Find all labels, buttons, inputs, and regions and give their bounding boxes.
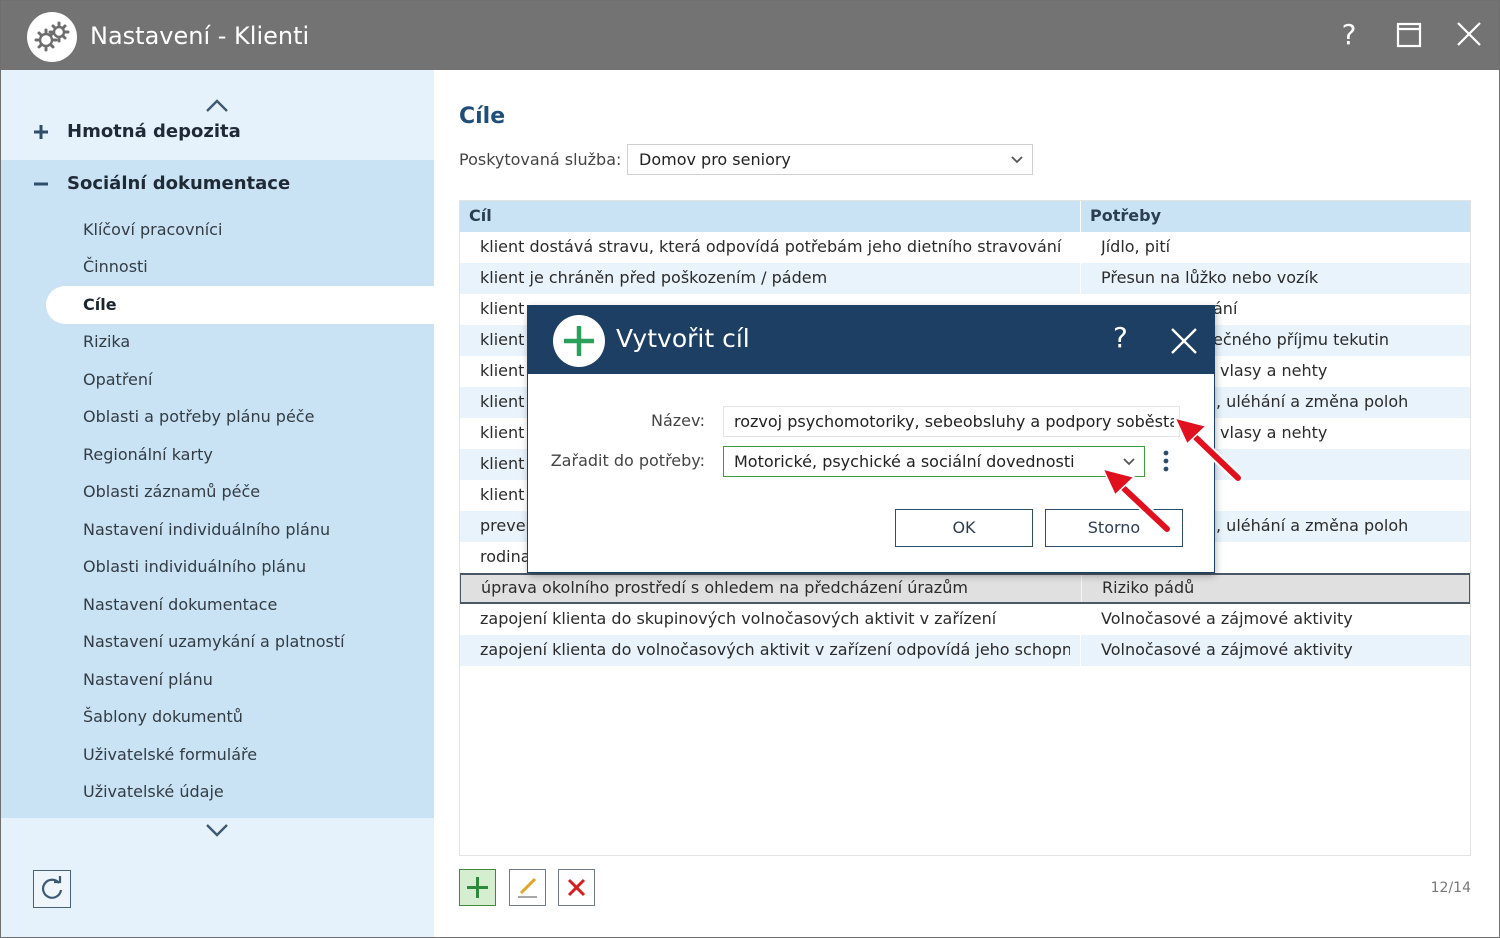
sidebar-group-socialni-dokumentace[interactable]: Sociální dokumentace: [1, 166, 434, 206]
sidebar-item-nastaveni-planu[interactable]: Nastavení plánu: [83, 669, 213, 691]
plus-icon: [34, 125, 48, 139]
column-header-cil[interactable]: Cíl: [469, 206, 492, 225]
sidebar-group-label: Sociální dokumentace: [67, 173, 291, 194]
cell-potreby: Riziko pádů: [1102, 578, 1195, 597]
sidebar-item-cile[interactable]: Cíle: [83, 294, 117, 316]
cell-potreby: , uléhání a změna poloh: [1216, 392, 1409, 411]
cell-cil: klient dostává stravu, která odpovídá po…: [480, 237, 1062, 256]
category-select[interactable]: Motorické, psychické a sociální dovednos…: [723, 446, 1145, 477]
sidebar-item-oblasti-zaznamu-pece[interactable]: Oblasti záznamů péče: [83, 481, 260, 503]
kebab-icon: [1163, 450, 1169, 472]
sidebar-item-nastaveni-uzamykani[interactable]: Nastavení uzamykání a platností: [83, 631, 345, 653]
cell-potreby: Jídlo, pití: [1101, 237, 1171, 256]
gears-icon: [27, 12, 77, 62]
plus-icon: [467, 877, 488, 898]
table-row[interactable]: zapojení klienta do volnočasových aktivi…: [460, 635, 1470, 666]
create-goal-dialog: Vytvořit cíl ? Název: rozvoj psychomotor…: [527, 305, 1215, 573]
pager-count: 12/14: [1430, 880, 1471, 896]
dialog-close-button[interactable]: [1169, 326, 1199, 356]
table-row[interactable]: klient dostává stravu, která odpovídá po…: [460, 232, 1470, 263]
ok-button[interactable]: OK: [895, 509, 1033, 547]
service-label: Poskytovaná služba:: [459, 150, 622, 169]
table-row[interactable]: klient je chráněn před poškozením / páde…: [460, 263, 1470, 294]
table-row-selected[interactable]: úprava okolního prostředí s ohledem na p…: [460, 573, 1470, 604]
window-title: Nastavení - Klienti: [90, 22, 310, 50]
chevron-down-icon: [1123, 458, 1135, 466]
cell-potreby: Volnočasové a zájmové aktivity: [1101, 609, 1353, 628]
category-label: Zařadit do potřeby:: [550, 451, 705, 470]
cell-potreby: , uléhání a změna poloh: [1216, 516, 1409, 535]
refresh-button[interactable]: [33, 870, 71, 908]
page-title: Cíle: [459, 104, 506, 129]
dialog-help-button[interactable]: ?: [1113, 321, 1128, 354]
sidebar-item-nastaveni-individualniho-planu[interactable]: Nastavení individuálního plánu: [83, 519, 330, 541]
sidebar-item-regionalni-karty[interactable]: Regionální karty: [83, 444, 213, 466]
cell-divider: [1080, 232, 1081, 263]
category-select-value: Motorické, psychické a sociální dovednos…: [734, 452, 1075, 471]
add-button[interactable]: [459, 869, 496, 906]
close-icon: [1171, 328, 1197, 354]
cell-divider: [1081, 575, 1082, 602]
cell-cil: zapojení klienta do volnočasových aktivi…: [480, 640, 1070, 659]
column-header-potreby[interactable]: Potřeby: [1090, 206, 1161, 225]
cell-cil: úprava okolního prostředí s ohledem na p…: [481, 578, 968, 597]
cell-potreby: Přesun na lůžko nebo vozík: [1101, 268, 1319, 287]
pencil-icon: [518, 877, 537, 898]
cell-potreby: Volnočasové a zájmové aktivity: [1101, 640, 1353, 659]
table-header: Cíl Potřeby: [460, 201, 1470, 232]
cell-cil: klient je chráněn před poškozením / páde…: [480, 268, 828, 287]
minus-icon: [34, 182, 48, 186]
sidebar-item-uzivatelske-udaje[interactable]: Uživatelské údaje: [83, 781, 224, 803]
sidebar-group-label: Hmotná depozita: [67, 121, 241, 142]
cell-divider: [1080, 263, 1081, 294]
sidebar-item-sablony-dokumentu[interactable]: Šablony dokumentů: [83, 706, 243, 728]
maximize-icon: [1396, 22, 1422, 48]
help-button[interactable]: ?: [1329, 17, 1369, 53]
close-window-button[interactable]: [1449, 17, 1489, 53]
scroll-down-button[interactable]: [204, 822, 230, 838]
sidebar: Hmotná depozita Sociální dokumentace Klí…: [1, 70, 434, 937]
plus-icon: [553, 315, 605, 367]
cell-potreby: ání: [1213, 299, 1238, 318]
name-label: Název:: [651, 411, 705, 430]
sidebar-item-cinnosti[interactable]: Činnosti: [83, 256, 148, 278]
close-icon: [1457, 22, 1481, 46]
sidebar-group-hmotna-depozita[interactable]: Hmotná depozita: [1, 114, 434, 154]
more-options-button[interactable]: [1160, 449, 1172, 475]
service-select-value: Domov pro seniory: [639, 150, 791, 169]
refresh-icon: [41, 876, 63, 899]
cell-potreby: ečného příjmu tekutin: [1213, 330, 1389, 349]
app-window: Nastavení - Klienti ? Hmotná depozita So…: [0, 0, 1500, 938]
scroll-up-button[interactable]: [204, 98, 230, 114]
cancel-button[interactable]: Storno: [1045, 509, 1183, 547]
cell-divider: [1080, 604, 1081, 635]
maximize-button[interactable]: [1389, 17, 1429, 53]
name-input-value: rozvoj psychomotoriky, sebeobsluhy a pod…: [734, 412, 1174, 431]
sidebar-item-opatreni[interactable]: Opatření: [83, 369, 152, 391]
dialog-title: Vytvořit cíl: [616, 324, 750, 353]
dialog-header: Vytvořit cíl ?: [528, 306, 1214, 374]
sidebar-item-rizika[interactable]: Rizika: [83, 331, 130, 353]
sidebar-section-list: Sociální dokumentace Klíčoví pracovníci …: [1, 160, 434, 818]
service-select[interactable]: Domov pro seniory: [627, 144, 1033, 175]
delete-x-icon: [567, 878, 586, 897]
sidebar-item-nastaveni-dokumentace[interactable]: Nastavení dokumentace: [83, 594, 277, 616]
delete-button[interactable]: [558, 869, 595, 906]
cell-potreby: vlasy a nehty: [1220, 423, 1328, 442]
column-divider: [1080, 201, 1081, 232]
sidebar-item-oblasti-a-potreby[interactable]: Oblasti a potřeby plánu péče: [83, 406, 314, 428]
cell-divider: [1080, 635, 1081, 666]
cell-potreby: vlasy a nehty: [1220, 361, 1328, 380]
name-input[interactable]: rozvoj psychomotoriky, sebeobsluhy a pod…: [723, 406, 1180, 437]
chevron-down-icon: [1011, 156, 1023, 164]
chevron-up-icon: [206, 99, 228, 112]
sidebar-item-klicovi-pracovnici[interactable]: Klíčoví pracovníci: [83, 219, 222, 241]
sidebar-item-oblasti-individualniho-planu[interactable]: Oblasti individuálního plánu: [83, 556, 306, 578]
table-row[interactable]: zapojení klienta do skupinových volnočas…: [460, 604, 1470, 635]
title-bar: Nastavení - Klienti ?: [1, 1, 1499, 70]
edit-button[interactable]: [509, 869, 546, 906]
sidebar-item-uzivatelske-formulare[interactable]: Uživatelské formuláře: [83, 744, 257, 766]
chevron-down-icon: [206, 824, 228, 837]
cell-cil: zapojení klienta do skupinových volnočas…: [480, 609, 997, 628]
